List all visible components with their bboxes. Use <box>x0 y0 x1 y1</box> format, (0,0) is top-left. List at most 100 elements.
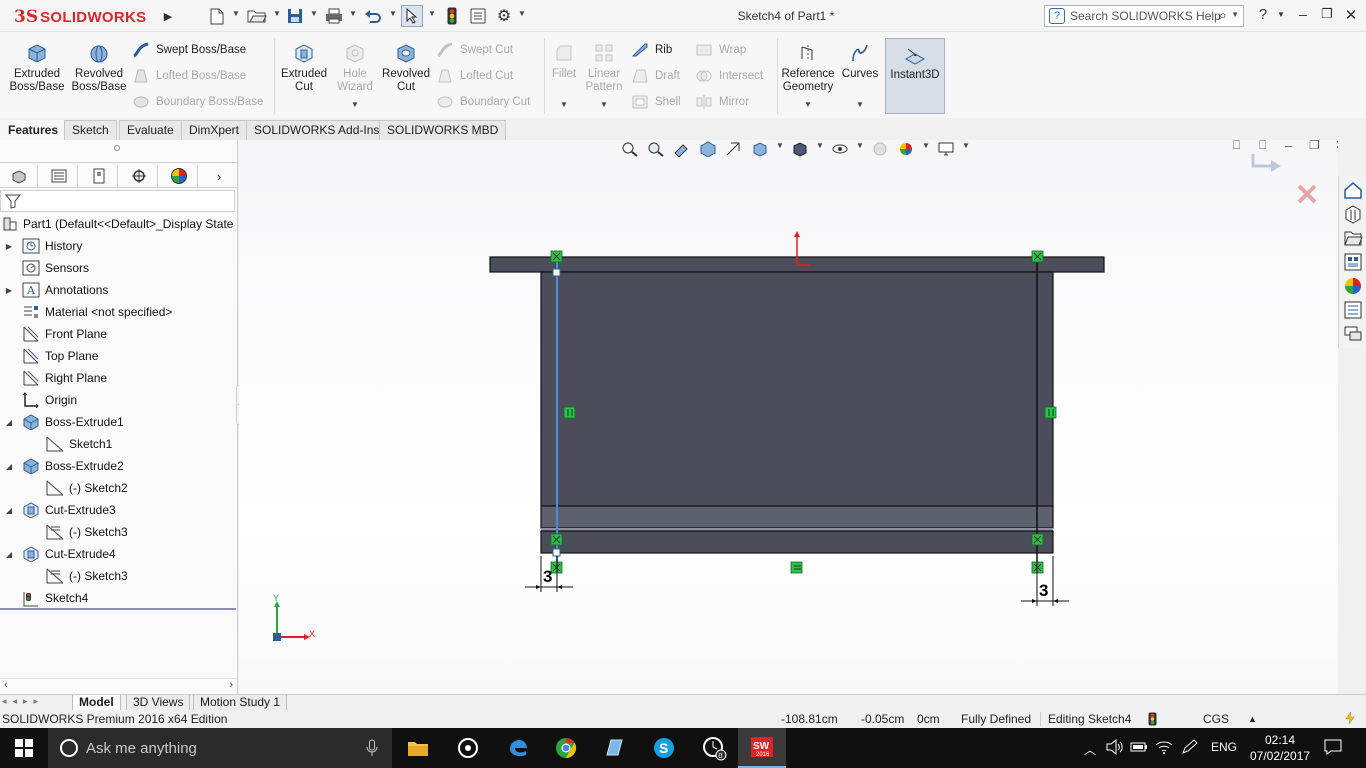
wrap-button[interactable]: Wrap <box>695 41 746 59</box>
appearances-scenes-icon[interactable] <box>1343 276 1363 296</box>
chrome-taskbar-icon[interactable] <box>542 728 590 768</box>
show-hidden-icons-icon[interactable]: ︿ <box>1084 741 1096 758</box>
collapse-chevron-icon[interactable]: ◢ <box>4 462 14 471</box>
help-dropdown-icon[interactable]: ▼ <box>1270 10 1292 30</box>
display-manager-tab-icon[interactable] <box>160 165 198 187</box>
print-icon[interactable] <box>322 6 346 26</box>
rebuild-status-icon[interactable] <box>1148 712 1157 729</box>
menu-expand-icon[interactable]: ▶ <box>162 6 174 26</box>
wifi-icon[interactable] <box>1155 739 1173 758</box>
tree-item-cut-extrude3[interactable]: ◢ Cut-Extrude3 <box>4 499 116 521</box>
lofted-boss-button[interactable]: Lofted Boss/Base <box>132 67 246 85</box>
tab-model[interactable]: Model <box>72 695 121 711</box>
solidworks-taskbar-icon[interactable]: SW 2016 <box>738 728 786 768</box>
edge-browser-taskbar-icon[interactable] <box>494 728 542 768</box>
status-tooltip-icon[interactable] <box>1344 711 1356 728</box>
curves-dropdown-icon[interactable]: ▼ <box>856 100 864 109</box>
units-up-icon[interactable]: ▲ <box>1248 714 1257 724</box>
fillet-button[interactable]: Fillet <box>548 40 580 81</box>
instant3d-button[interactable]: Instant3D <box>885 38 945 114</box>
tree-item-sketch2[interactable]: (-) Sketch2 <box>46 477 128 499</box>
tree-item-sketch1[interactable]: Sketch1 <box>46 433 112 455</box>
revolved-boss-button[interactable]: Revolved Boss/Base <box>70 40 128 94</box>
solidworks-logo[interactable]: 3S SOLIDWORKS <box>14 6 146 28</box>
panel-pin-icon[interactable] <box>114 145 120 151</box>
tree-item-cut-extrude4[interactable]: ◢ Cut-Extrude4 <box>4 543 116 565</box>
tree-item-front-plane[interactable]: Front Plane <box>22 323 107 345</box>
tab-motion-study[interactable]: Motion Study 1 <box>193 695 288 711</box>
windows-start-button[interactable] <box>0 728 48 768</box>
status-units[interactable]: CGS <box>1203 712 1229 726</box>
tree-item-origin[interactable]: Origin <box>22 389 77 411</box>
options-dropdown-icon[interactable]: ▼ <box>518 9 526 18</box>
tree-item-sensors[interactable]: Sensors <box>22 257 89 279</box>
draft-button[interactable]: Draft <box>631 67 680 85</box>
file-explorer-taskbar-icon[interactable] <box>394 728 442 768</box>
design-library-icon[interactable] <box>1343 204 1363 224</box>
tab-3d-views[interactable]: 3D Views <box>126 695 191 711</box>
action-center-icon[interactable] <box>1324 739 1342 758</box>
alarm-clock-taskbar-icon[interactable]: 0 <box>690 728 738 768</box>
volume-icon[interactable] <box>1106 738 1124 758</box>
paper-app-taskbar-icon[interactable] <box>590 728 638 768</box>
hole-wizard-dropdown-icon[interactable]: ▼ <box>351 100 359 109</box>
taskbar-clock[interactable]: 02:14 07/02/2017 <box>1250 732 1310 764</box>
reference-geometry-dropdown-icon[interactable]: ▼ <box>804 100 812 109</box>
intersect-button[interactable]: Intersect <box>695 67 763 85</box>
tree-item-sketch3-a[interactable]: (-) Sketch3 <box>46 521 128 543</box>
boundary-cut-button[interactable]: Boundary Cut <box>436 93 530 111</box>
search-icon[interactable]: ⌕ <box>1219 7 1227 24</box>
boundary-boss-button[interactable]: Boundary Boss/Base <box>132 93 263 111</box>
tab-evaluate[interactable]: Evaluate <box>119 120 182 140</box>
select-icon[interactable] <box>401 5 423 27</box>
fillet-dropdown-icon[interactable]: ▼ <box>560 100 568 109</box>
view-palette-icon[interactable] <box>1343 252 1363 272</box>
expand-chevron-icon[interactable]: ▶ <box>4 242 14 251</box>
minimize-window-button[interactable]: – <box>1292 6 1314 26</box>
dimension-right-value[interactable]: 3 <box>1039 581 1048 601</box>
tab-dimxpert[interactable]: DimXpert <box>181 120 248 140</box>
revolved-cut-button[interactable]: Revolved Cut <box>380 40 432 94</box>
graphics-area[interactable]: ▼ ▼ ▼ ▼ ▼ ⎕ ⎕ – ❐ ✕ <box>239 140 1338 694</box>
mirror-button[interactable]: Mirror <box>695 93 749 111</box>
save-icon[interactable] <box>284 6 306 26</box>
linear-pattern-dropdown-icon[interactable]: ▼ <box>600 100 608 109</box>
options-gear-icon[interactable]: ⚙ <box>493 6 515 26</box>
file-properties-icon[interactable] <box>467 6 489 26</box>
curves-button[interactable]: Curves <box>838 40 882 81</box>
microphone-icon[interactable] <box>366 739 378 761</box>
tree-item-material[interactable]: Material <not specified> <box>22 301 172 323</box>
undo-icon[interactable] <box>361 6 385 26</box>
swept-cut-button[interactable]: Swept Cut <box>436 41 513 59</box>
tree-item-boss-extrude2[interactable]: ◢ Boss-Extrude2 <box>4 455 124 477</box>
new-dropdown-icon[interactable]: ▼ <box>232 9 240 18</box>
file-explorer-icon[interactable] <box>1343 228 1363 248</box>
save-dropdown-icon[interactable]: ▼ <box>310 9 318 18</box>
undo-dropdown-icon[interactable]: ▼ <box>389 9 397 18</box>
select-dropdown-icon[interactable]: ▼ <box>428 9 436 18</box>
battery-icon[interactable] <box>1130 740 1148 757</box>
feature-tree-tab-icon[interactable] <box>0 165 38 187</box>
tree-item-sketch3-b[interactable]: (-) Sketch3 <box>46 565 128 587</box>
tree-filter[interactable] <box>0 190 235 212</box>
scroll-right-icon[interactable]: › <box>229 679 233 691</box>
tab-scroll-arrows-icon[interactable]: ◂◂▸▸ <box>2 696 44 707</box>
lofted-cut-button[interactable]: Lofted Cut <box>436 67 513 85</box>
collapse-chevron-icon[interactable]: ◢ <box>4 550 14 559</box>
tab-addins[interactable]: SOLIDWORKS Add-Ins <box>246 120 388 140</box>
collapse-chevron-icon[interactable]: ◢ <box>4 418 14 427</box>
search-dropdown-icon[interactable]: ▼ <box>1231 10 1239 19</box>
configuration-manager-tab-icon[interactable] <box>80 165 118 187</box>
tree-item-boss-extrude1[interactable]: ◢ Boss-Extrude1 <box>4 411 124 433</box>
pen-ink-icon[interactable] <box>1181 739 1199 758</box>
rib-button[interactable]: Rib <box>631 41 672 59</box>
cortana-search-box[interactable]: Ask me anything <box>48 728 392 768</box>
new-document-icon[interactable] <box>206 6 228 26</box>
scroll-left-icon[interactable]: ‹ <box>4 679 8 691</box>
print-dropdown-icon[interactable]: ▼ <box>349 9 357 18</box>
restore-window-button[interactable]: ❐ <box>1316 6 1338 26</box>
tree-item-annotations[interactable]: ▶ A Annotations <box>4 279 108 301</box>
help-search-box[interactable]: ? Search SOLIDWORKS Help ⌕ ▼ <box>1044 5 1244 27</box>
dimxpert-manager-tab-icon[interactable] <box>120 165 158 187</box>
expand-chevron-icon[interactable]: ▶ <box>4 286 14 295</box>
